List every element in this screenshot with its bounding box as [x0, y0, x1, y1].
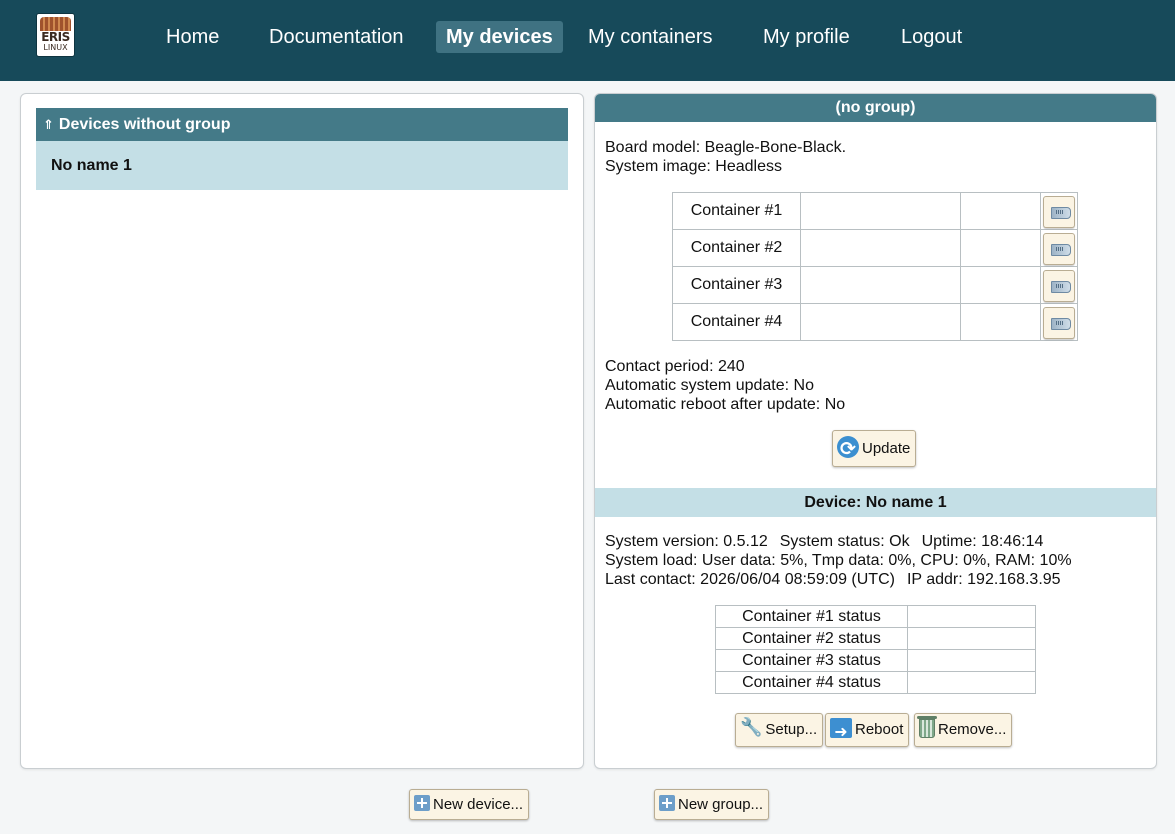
device-status-info: System version: 0.5.12 System status: Ok U…: [605, 532, 1072, 589]
container-label: Container #2: [672, 229, 801, 267]
container-status-value: [907, 649, 1036, 672]
system-image: System image: Headless: [605, 158, 782, 175]
top-navigation-bar: ERIS LINUX Home Documentation My devices…: [0, 0, 1175, 81]
plus-icon: [659, 795, 675, 812]
reboot-button[interactable]: Reboot: [825, 713, 910, 748]
network-plug-icon[interactable]: [1043, 269, 1075, 302]
update-settings: Contact period: 240 Automatic system upd…: [605, 357, 845, 414]
update-button[interactable]: Update: [832, 430, 917, 467]
refresh-icon: [837, 432, 859, 467]
table-row: Container #3: [672, 266, 1078, 304]
nav-my-containers[interactable]: My containers: [578, 21, 723, 53]
system-load: System load: User data: 5%, Tmp data: 0%…: [605, 552, 1072, 569]
eris-linux-logo[interactable]: ERIS LINUX: [37, 14, 74, 56]
system-status: System status: Ok: [779, 533, 910, 550]
reboot-arrow-icon: [830, 716, 852, 748]
new-device-button-label: New device...: [433, 796, 524, 813]
device-header: Device: No name 1: [595, 488, 1156, 517]
group-header-devices-without-group[interactable]: ⇑ Devices without group: [36, 108, 568, 141]
nav-my-profile[interactable]: My profile: [753, 21, 860, 53]
auto-reboot-setting: Automatic reboot after update: No: [605, 396, 846, 413]
logo-castle-graphic: [40, 17, 71, 31]
table-row: Container #1: [672, 192, 1078, 230]
container-status-table: Container #1 status Container #2 status …: [715, 605, 1036, 694]
trash-icon: [917, 715, 937, 738]
container-cell: [960, 266, 1041, 304]
table-row: Container #1 status: [715, 605, 1036, 628]
new-group-button-label: New group...: [678, 796, 764, 813]
collapse-arrow-icon: ⇑: [43, 117, 54, 132]
network-plug-icon[interactable]: [1043, 306, 1075, 339]
nav-home[interactable]: Home: [156, 21, 229, 53]
container-label: Container #1: [672, 192, 801, 230]
container-status-label: Container #4 status: [715, 671, 908, 694]
device-list-item[interactable]: No name 1: [36, 141, 568, 190]
setup-button[interactable]: 🔧 Setup...: [735, 713, 824, 747]
table-row: Container #4 status: [715, 671, 1036, 694]
container-cell: [960, 303, 1041, 341]
table-row: Container #2 status: [715, 627, 1036, 650]
device-details-panel: (no group) Board model: Beagle-Bone-Blac…: [594, 93, 1157, 769]
nav-documentation[interactable]: Documentation: [259, 21, 414, 53]
plus-icon: [414, 795, 430, 812]
new-group-button[interactable]: New group...: [654, 789, 770, 820]
container-config-table: Container #1 Container #2 Container #3 C…: [672, 192, 1078, 341]
table-row: Container #4: [672, 303, 1078, 341]
last-contact: Last contact: 2026/06/04 08:59:09 (UTC): [605, 571, 895, 588]
remove-button[interactable]: Remove...: [914, 713, 1013, 747]
container-cell: [800, 266, 961, 304]
container-label: Container #4: [672, 303, 801, 341]
remove-button-label: Remove...: [938, 721, 1007, 738]
table-row: Container #3 status: [715, 649, 1036, 672]
container-cell: [800, 192, 961, 230]
device-list-panel: ⇑ Devices without group No name 1: [20, 93, 584, 769]
ip-address: IP addr: 192.168.3.95: [906, 571, 1061, 588]
network-plug-icon[interactable]: [1043, 232, 1075, 265]
setup-button-label: Setup...: [765, 721, 818, 738]
container-status-label: Container #2 status: [715, 627, 908, 650]
container-cell: [800, 229, 961, 267]
container-status-label: Container #1 status: [715, 605, 908, 628]
update-button-label: Update: [862, 440, 911, 457]
logo-text-linux: LINUX: [43, 43, 68, 52]
group-title: Devices without group: [58, 116, 231, 133]
board-model: Board model: Beagle-Bone-Black.: [605, 139, 847, 156]
network-plug-icon[interactable]: [1043, 195, 1075, 228]
container-cell: [960, 229, 1041, 267]
board-info: Board model: Beagle-Bone-Black. System i…: [605, 138, 846, 176]
nav-logout[interactable]: Logout: [891, 21, 972, 53]
logo-text-eris: ERIS: [41, 30, 70, 44]
container-cell: [800, 303, 961, 341]
wrench-icon: 🔧: [740, 717, 763, 739]
auto-update-setting: Automatic system update: No: [605, 377, 814, 394]
uptime: Uptime: 18:46:14: [921, 533, 1044, 550]
new-device-button[interactable]: New device...: [409, 789, 530, 820]
group-details-header: (no group): [595, 94, 1156, 122]
container-status-value: [907, 671, 1036, 694]
contact-period: Contact period: 240: [605, 358, 745, 375]
container-status-value: [907, 605, 1036, 628]
container-label: Container #3: [672, 266, 801, 304]
container-cell: [960, 192, 1041, 230]
nav-my-devices[interactable]: My devices: [436, 21, 563, 53]
container-status-label: Container #3 status: [715, 649, 908, 672]
system-version: System version: 0.5.12: [605, 533, 768, 550]
table-row: Container #2: [672, 229, 1078, 267]
container-status-value: [907, 627, 1036, 650]
reboot-button-label: Reboot: [855, 721, 904, 738]
